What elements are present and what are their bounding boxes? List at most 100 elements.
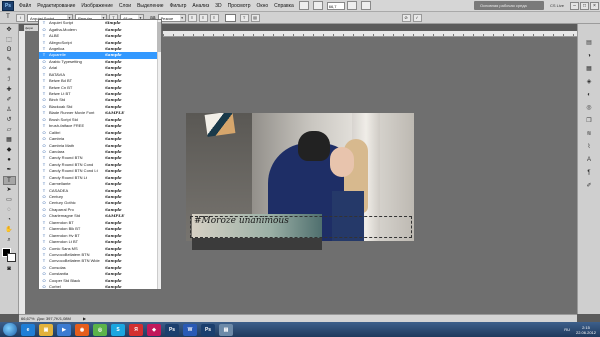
- menu-3d[interactable]: 3D: [212, 0, 224, 12]
- status-zoom[interactable]: 66,67%: [19, 316, 35, 321]
- lasso-tool-icon[interactable]: ʘ: [3, 46, 16, 55]
- bridge-icon[interactable]: [298, 1, 309, 10]
- clone-stamp-tool-icon[interactable]: ♙: [3, 106, 16, 115]
- crop-tool-icon[interactable]: ⌗: [3, 66, 16, 75]
- pen-tool-icon[interactable]: ✒: [3, 166, 16, 175]
- menu-analysis[interactable]: Анализ: [189, 0, 212, 12]
- character-panel-icon[interactable]: A: [583, 155, 595, 165]
- cancel-edit-icon[interactable]: ⊘: [401, 13, 411, 22]
- dodge-tool-icon[interactable]: ●: [3, 156, 16, 165]
- text-color-swatch[interactable]: [224, 13, 236, 22]
- menu-window[interactable]: Окно: [254, 0, 272, 12]
- gradient-tool-icon[interactable]: ▦: [3, 136, 16, 145]
- character-panel-icon[interactable]: ▤: [250, 13, 260, 22]
- photo-sticker: [204, 113, 236, 137]
- history-panel-icon[interactable]: ▤: [583, 38, 595, 48]
- color-swatches[interactable]: [2, 248, 16, 262]
- type-tool-icon[interactable]: T: [2, 176, 16, 185]
- minimize-button[interactable]: –: [570, 1, 579, 10]
- status-doc-size[interactable]: Док: 397,7K/1,08M: [35, 316, 83, 321]
- commit-edit-icon[interactable]: ✓: [412, 13, 422, 22]
- path-select-tool-icon[interactable]: ➤: [3, 186, 16, 195]
- taskbar-app-icon[interactable]: ◉: [75, 323, 89, 336]
- taskbar-app-icon[interactable]: Ps: [201, 323, 215, 336]
- hand-tool-icon[interactable]: ✋: [3, 226, 16, 235]
- eyedropper-tool-icon[interactable]: ℐ: [3, 76, 16, 85]
- shape-tool-icon[interactable]: ▭: [3, 196, 16, 205]
- menu-edit[interactable]: Редактирование: [34, 0, 78, 12]
- menu-layers[interactable]: Слои: [116, 0, 134, 12]
- eraser-tool-icon[interactable]: ▱: [3, 126, 16, 135]
- zoom-tool-icon[interactable]: ⌕: [3, 236, 16, 245]
- menu-select[interactable]: Выделение: [134, 0, 167, 12]
- channels-panel-icon[interactable]: ≋: [583, 129, 595, 139]
- align-left-icon[interactable]: ≡: [187, 13, 197, 22]
- arrange-documents-icon[interactable]: [360, 1, 371, 10]
- taskbar-app-icon[interactable]: Я: [129, 323, 143, 336]
- styles-panel-icon[interactable]: ◈: [583, 77, 595, 87]
- paths-panel-icon[interactable]: ⌇: [583, 142, 595, 152]
- taskbar-app-icon[interactable]: W: [183, 323, 197, 336]
- background-color[interactable]: [7, 253, 16, 262]
- adjustments-panel-icon[interactable]: ◐: [583, 90, 595, 100]
- blur-tool-icon[interactable]: ◆: [3, 146, 16, 155]
- photoshop-logo-icon[interactable]: Ps: [2, 0, 14, 11]
- masks-panel-icon[interactable]: ◎: [583, 103, 595, 113]
- taskbar-app-icon[interactable]: ▶: [57, 323, 71, 336]
- align-center-icon[interactable]: ≡: [198, 13, 208, 22]
- menu-file[interactable]: Файл: [16, 0, 34, 12]
- quick-select-tool-icon[interactable]: ✎: [3, 56, 16, 65]
- font-name: Arquiet Script: [49, 20, 74, 26]
- close-button[interactable]: ×: [590, 1, 599, 10]
- mini-bridge-icon[interactable]: [312, 1, 323, 10]
- menu-view[interactable]: Просмотр: [225, 0, 254, 12]
- workspace-button[interactable]: Основная рабочая среда: [473, 1, 544, 10]
- color-panel-icon[interactable]: ◑: [583, 51, 595, 61]
- font-name: Arial: [49, 65, 58, 71]
- 3d-orbit-tool-icon[interactable]: ◔: [3, 216, 16, 225]
- font-list-scroll-thumb[interactable]: [157, 22, 161, 52]
- history-brush-tool-icon[interactable]: ↺: [3, 116, 16, 125]
- taskbar-app-icon[interactable]: S: [111, 323, 125, 336]
- align-right-icon[interactable]: ≡: [209, 13, 219, 22]
- taskbar-app-icon[interactable]: ▣: [39, 323, 53, 336]
- move-tool-icon[interactable]: ✥: [3, 26, 16, 35]
- start-button[interactable]: [3, 323, 17, 336]
- brush-tool-icon[interactable]: ✐: [3, 96, 16, 105]
- warp-text-icon[interactable]: T: [239, 13, 249, 22]
- text-orientation-icon[interactable]: ↕: [16, 13, 25, 22]
- cs-live-button[interactable]: CS Live: [550, 3, 564, 8]
- taskbar-app-icon[interactable]: ◆: [147, 323, 161, 336]
- quick-mask-icon[interactable]: ◙: [3, 265, 16, 274]
- 3d-rotate-tool-icon[interactable]: ◌: [3, 206, 16, 215]
- language-indicator[interactable]: RU: [564, 327, 570, 332]
- text-bounding-box[interactable]: [190, 216, 412, 238]
- taskbar-app-icon[interactable]: e: [21, 323, 35, 336]
- layers-panel-icon[interactable]: ❐: [583, 116, 595, 126]
- swatches-panel-icon[interactable]: ▦: [583, 64, 595, 74]
- font-sample: Sample: [105, 103, 122, 109]
- brushes-panel-icon[interactable]: ✐: [583, 181, 595, 191]
- menu-filter[interactable]: Фильтр: [167, 0, 190, 12]
- font-family-dropdown[interactable]: T Arquiet Script Simple O Agatha-Modern Sampl…: [38, 19, 162, 290]
- toolbox: ✥ ⬚ ʘ ✎ ⌗ ℐ ✚ ✐ ♙ ↺ ▱ ▦ ◆ ● ✒ T ➤ ▭ ◌ ◔ …: [0, 24, 19, 314]
- hand-view-icon[interactable]: [346, 1, 357, 10]
- clock[interactable]: 2:15 22.06.2012: [576, 325, 596, 335]
- font-list-item[interactable]: O Corbel Sample: [39, 284, 161, 289]
- type-tool-preset-icon[interactable]: T: [3, 13, 13, 22]
- paragraph-panel-icon[interactable]: ¶: [583, 168, 595, 178]
- menu-help[interactable]: Справка: [271, 0, 297, 12]
- taskbar-app-icon[interactable]: ◎: [93, 323, 107, 336]
- maximize-button[interactable]: □: [580, 1, 589, 10]
- marquee-tool-icon[interactable]: ⬚: [3, 36, 16, 45]
- status-arrow-icon[interactable]: ▶: [83, 316, 86, 321]
- photo-girl-face: [330, 147, 354, 177]
- font-sample: Sample: [105, 97, 122, 103]
- menu-image[interactable]: Изображение: [78, 0, 116, 12]
- taskbar-app-icon[interactable]: ▤: [219, 323, 233, 336]
- healing-brush-tool-icon[interactable]: ✚: [3, 86, 16, 95]
- zoom-level-field[interactable]: 66,7: [326, 1, 345, 10]
- font-list-scrollbar[interactable]: [157, 20, 161, 289]
- taskbar-app-icon[interactable]: Ps: [165, 323, 179, 336]
- font-sample: Sample: [105, 123, 122, 129]
